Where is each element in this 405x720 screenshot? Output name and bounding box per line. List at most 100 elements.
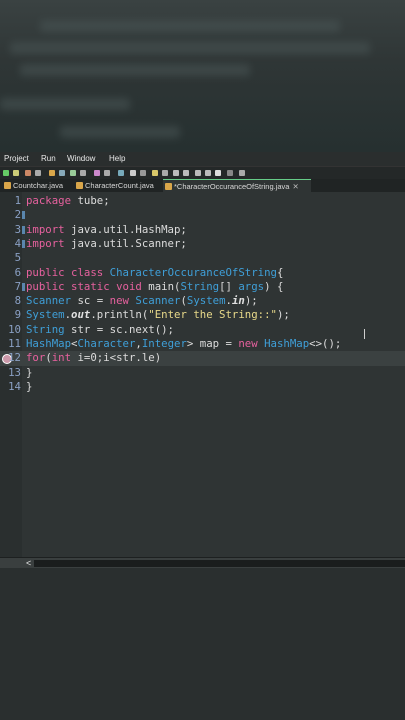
code-text: import java.util.HashMap; bbox=[26, 223, 187, 237]
code-token: .println( bbox=[90, 308, 149, 322]
tab-characteroccuranceofstring[interactable]: *CharacterOccuranceOfString.java ✕ bbox=[163, 179, 311, 193]
code-text: package tube; bbox=[26, 194, 110, 208]
code-token: String bbox=[180, 279, 220, 293]
code-token: Integer bbox=[141, 337, 187, 350]
code-line[interactable]: 1 package tube; bbox=[0, 194, 405, 208]
debug-icon[interactable] bbox=[13, 170, 19, 176]
code-token: static bbox=[71, 279, 110, 293]
run-icon[interactable] bbox=[3, 170, 9, 176]
annotation-icon[interactable] bbox=[152, 170, 158, 176]
code-line[interactable]: 8 Scanner sc = new Scanner(System.in); bbox=[0, 294, 405, 308]
search-icon[interactable] bbox=[80, 170, 86, 176]
code-text: import java.util.Scanner; bbox=[26, 237, 187, 251]
code-line[interactable]: 3 import java.util.HashMap; bbox=[0, 223, 405, 237]
code-line[interactable]: 6 public class CharacterOccuranceOfString… bbox=[0, 266, 405, 280]
tab-countchar[interactable]: Countchar.java bbox=[2, 179, 83, 192]
line-number: 7 bbox=[14, 279, 21, 293]
code-line[interactable]: 7 public static void main(String[] args) … bbox=[0, 280, 405, 294]
tool-icon[interactable] bbox=[25, 170, 31, 176]
code-line[interactable]: 10 String str = sc.next(); bbox=[0, 323, 405, 337]
code-token: import bbox=[26, 222, 65, 236]
code-token: int bbox=[51, 351, 72, 365]
code-text: public class CharacterOccuranceOfString{ bbox=[26, 266, 283, 280]
code-token: new bbox=[238, 337, 258, 350]
code-line[interactable]: 9 System.out.println("Enter the String::"… bbox=[0, 308, 405, 322]
nav-icon[interactable] bbox=[130, 170, 136, 176]
code-token: import bbox=[26, 236, 65, 250]
new-class-icon[interactable] bbox=[70, 170, 76, 176]
code-text: } bbox=[26, 380, 32, 394]
menu-help[interactable]: Help bbox=[109, 152, 125, 166]
scroll-track[interactable] bbox=[34, 560, 405, 567]
code-token: } bbox=[26, 379, 33, 393]
code-line[interactable]: 5 bbox=[0, 251, 405, 265]
code-text: } bbox=[26, 366, 32, 380]
change-marker bbox=[22, 282, 25, 291]
forward-dropdown-icon[interactable] bbox=[227, 170, 233, 176]
code-line[interactable]: 14} bbox=[0, 380, 405, 394]
change-marker bbox=[22, 211, 25, 220]
line-number: 10 bbox=[8, 322, 21, 336]
pin-icon[interactable] bbox=[239, 170, 245, 176]
line-number: 5 bbox=[14, 251, 21, 265]
code-token: Character bbox=[77, 337, 136, 350]
build-icon[interactable] bbox=[104, 170, 110, 176]
code-token: public bbox=[26, 265, 65, 279]
back-icon[interactable] bbox=[173, 170, 179, 176]
java-file-icon bbox=[76, 182, 83, 189]
tab-charactercount[interactable]: CharacterCount.java bbox=[74, 179, 171, 192]
next-edit-icon[interactable] bbox=[205, 170, 211, 176]
dropdown-icon[interactable] bbox=[35, 170, 41, 176]
code-token: package bbox=[26, 194, 72, 207]
code-line[interactable]: 12 for(int i=0;i<str.le) bbox=[0, 351, 405, 366]
code-token: new bbox=[109, 294, 129, 308]
tab-label: *CharacterOccuranceOfString.java bbox=[174, 182, 290, 191]
line-number: 6 bbox=[14, 265, 21, 279]
code-token: Scanner bbox=[26, 294, 72, 308]
folder-icon[interactable] bbox=[49, 170, 55, 176]
code-token: tube; bbox=[71, 194, 110, 207]
code-token: System bbox=[26, 308, 65, 322]
code-token: java.util.Scanner; bbox=[64, 236, 187, 250]
toggle-icon[interactable] bbox=[118, 170, 124, 176]
code-token: > map = bbox=[186, 337, 239, 350]
edit-icon[interactable] bbox=[59, 170, 65, 176]
code-token: args bbox=[238, 279, 265, 293]
code-token: Scanner bbox=[135, 294, 181, 308]
code-line[interactable]: 11 HashMap<Character,Integer> map = new H… bbox=[0, 337, 405, 351]
forward-back-icon[interactable] bbox=[183, 170, 189, 176]
code-token: "Enter the String::" bbox=[148, 308, 277, 322]
menu-run[interactable]: Run bbox=[41, 152, 56, 166]
tab-label: CharacterCount.java bbox=[85, 181, 154, 190]
code-token: [] bbox=[219, 279, 239, 293]
code-token: out bbox=[71, 308, 91, 322]
forward-icon[interactable] bbox=[215, 170, 221, 176]
line-number: 9 bbox=[14, 308, 21, 322]
code-line[interactable]: 13} bbox=[0, 366, 405, 380]
code-text: HashMap<Character,Integer> map = new Has… bbox=[26, 337, 341, 351]
code-token: HashMap bbox=[26, 337, 72, 350]
tab-label: Countchar.java bbox=[13, 181, 64, 190]
code-token: main( bbox=[141, 279, 181, 293]
code-editor[interactable]: 1 package tube; 2 3 import java.util.HashMap… bbox=[0, 192, 405, 566]
code-line[interactable]: 4 import java.util.Scanner; bbox=[0, 237, 405, 251]
code-token: } bbox=[26, 365, 33, 379]
code-token: <>(); bbox=[309, 337, 342, 350]
line-number: 13 bbox=[8, 365, 21, 379]
line-number: 3 bbox=[14, 222, 21, 236]
package-icon[interactable] bbox=[94, 170, 100, 176]
code-text: for(int i=0;i<str.le) bbox=[26, 351, 161, 365]
java-file-icon bbox=[4, 182, 11, 189]
annotation-dropdown-icon[interactable] bbox=[162, 170, 168, 176]
code-line[interactable]: 2 bbox=[0, 208, 405, 222]
code-token: class bbox=[71, 265, 104, 279]
menu-project[interactable]: Project bbox=[4, 152, 29, 166]
menu-window[interactable]: Window bbox=[67, 152, 95, 166]
blurred-background bbox=[0, 0, 405, 152]
nav-dropdown-icon[interactable] bbox=[140, 170, 146, 176]
prev-edit-icon[interactable] bbox=[195, 170, 201, 176]
change-marker bbox=[22, 225, 25, 234]
code-text: public static void main(String[] args) { bbox=[26, 280, 283, 294]
code-token: ); bbox=[276, 308, 290, 322]
close-icon[interactable]: ✕ bbox=[292, 182, 298, 191]
